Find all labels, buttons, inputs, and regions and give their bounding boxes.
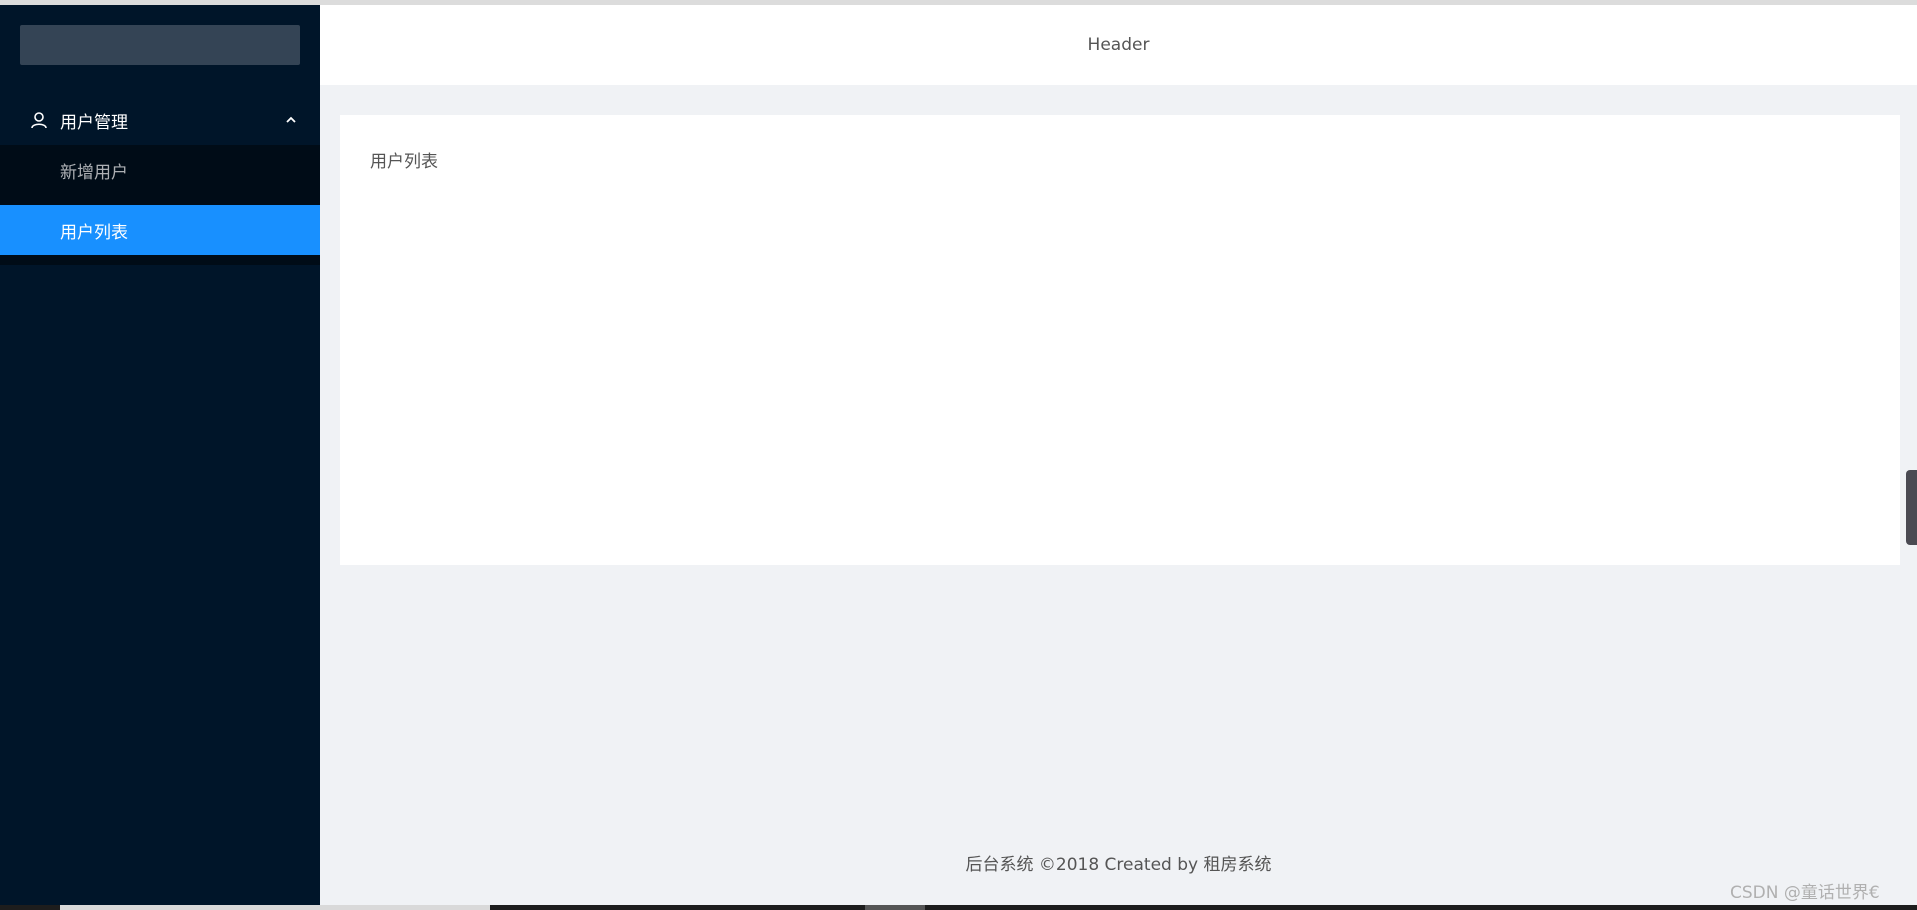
bottom-bar-segment: [865, 905, 925, 910]
submenu-user-management[interactable]: 用户管理: [0, 95, 320, 145]
watermark-text: CSDN @童话世界€: [1730, 883, 1880, 903]
sidebar: 用户管理 新增用户 用户列表: [0, 5, 320, 906]
content-panel: 用户列表: [340, 115, 1900, 565]
page-header: Header: [320, 5, 1917, 85]
submenu-title-label: 用户管理: [60, 113, 128, 133]
header-title: Header: [1087, 35, 1150, 55]
content-text: 用户列表: [370, 152, 438, 172]
scrollbar-thumb[interactable]: [1906, 470, 1917, 545]
user-icon: [31, 112, 47, 129]
app-frame: 用户管理 新增用户 用户列表 Header 用户列表 后台系统 ©2018 Cr…: [0, 0, 1917, 910]
menu-item-user-list[interactable]: 用户列表: [0, 205, 320, 255]
submenu-items: 新增用户 用户列表: [0, 145, 320, 265]
logo-placeholder: [20, 25, 300, 65]
bottom-bar: [0, 905, 1917, 910]
chevron-up-icon: [286, 116, 296, 123]
bottom-bar-segment: [60, 905, 490, 910]
menu-item-add-user[interactable]: 新增用户: [0, 145, 320, 195]
page-footer: 后台系统 ©2018 Created by 租房系统: [965, 855, 1272, 875]
menu-item-label: 用户列表: [60, 223, 128, 243]
menu-item-label: 新增用户: [60, 163, 128, 183]
